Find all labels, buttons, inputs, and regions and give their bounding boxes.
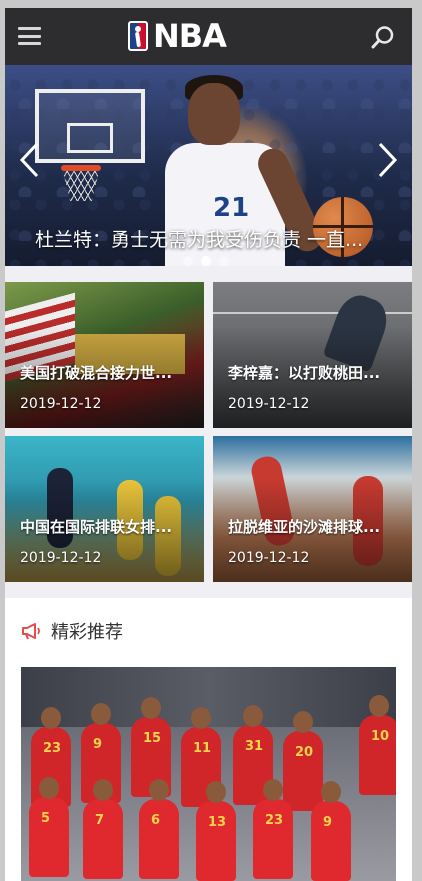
top-navigation-bar: NBA (5, 8, 412, 65)
player-head (243, 705, 263, 727)
news-title: 拉脱维亚的沙滩排球... (228, 518, 381, 536)
jersey-number: 20 (295, 745, 314, 760)
nba-logo[interactable]: NBA (128, 17, 227, 55)
player-jersey (283, 731, 323, 811)
news-date: 2019-12-12 (228, 396, 310, 412)
player-head (263, 779, 283, 801)
news-date: 2019-12-12 (228, 550, 310, 566)
app-screen: NBA 21 杜兰特：勇士无需为我受伤负责 一直... 美国打破混合接力世...… (5, 8, 412, 881)
chevron-left-icon[interactable] (17, 140, 41, 180)
logo-text: NBA (153, 17, 227, 55)
carousel-dot[interactable] (183, 256, 193, 266)
jersey-number: 5 (41, 811, 51, 826)
news-card[interactable]: 中国在国际排联女排... 2019-12-12 (5, 436, 204, 582)
carousel-indicators (183, 256, 229, 266)
news-card[interactable]: 李梓嘉：以打败桃田... 2019-12-12 (213, 282, 412, 428)
recommend-title: 精彩推荐 (51, 622, 123, 643)
player-head (39, 777, 59, 799)
player-jersey (83, 799, 123, 879)
news-title: 李梓嘉：以打败桃田... (228, 364, 381, 382)
player-head (293, 711, 313, 733)
player-jersey (29, 797, 69, 877)
recommend-header: 精彩推荐 (21, 618, 123, 644)
menu-icon[interactable] (18, 27, 41, 45)
nba-logo-icon (128, 21, 148, 51)
player-head (149, 779, 169, 801)
jersey-number: 11 (193, 741, 212, 756)
chevron-right-icon[interactable] (376, 140, 400, 180)
jersey-number: 10 (371, 729, 390, 744)
news-card[interactable]: 美国打破混合接力世... 2019-12-12 (5, 282, 204, 428)
player-head (91, 703, 111, 725)
recommend-image[interactable]: 23 9 15 11 31 20 10 5 7 6 13 23 9 (21, 667, 396, 881)
jersey-number: 7 (95, 813, 105, 828)
player-jersey (311, 801, 351, 881)
news-card[interactable]: 拉脱维亚的沙滩排球... 2019-12-12 (213, 436, 412, 582)
player-head (191, 707, 211, 729)
player-head (41, 707, 61, 729)
hero-caption[interactable]: 杜兰特：勇士无需为我受伤负责 一直... (35, 225, 385, 252)
carousel-dot[interactable] (219, 256, 229, 266)
player-head (321, 781, 341, 803)
jersey-number: 23 (265, 813, 284, 828)
player-jersey (196, 801, 236, 881)
carousel-dot-active[interactable] (201, 256, 211, 266)
player-head (141, 697, 161, 719)
player-head (93, 779, 113, 801)
player-jersey (253, 799, 293, 879)
player-jersey (359, 715, 396, 795)
player-jersey (139, 799, 179, 879)
jersey-number: 9 (93, 737, 103, 752)
jersey-number: 9 (323, 815, 333, 830)
jersey-number: 6 (151, 813, 161, 828)
hero-carousel[interactable]: 21 杜兰特：勇士无需为我受伤负责 一直... (5, 65, 412, 266)
news-date: 2019-12-12 (20, 396, 102, 412)
player-head (206, 781, 226, 803)
jersey-number: 23 (43, 741, 62, 756)
player-head (369, 695, 389, 717)
jersey-number: 15 (143, 731, 162, 746)
jersey-number: 13 (208, 815, 227, 830)
jersey-number: 21 (213, 193, 250, 223)
recommend-section: 精彩推荐 23 9 15 11 31 20 10 5 7 6 13 23 9 (5, 598, 412, 881)
megaphone-icon (22, 623, 40, 640)
jersey-number: 31 (245, 739, 264, 754)
news-title: 中国在国际排联女排... (20, 518, 173, 536)
search-icon[interactable] (371, 25, 395, 49)
backboard-graphic (35, 89, 145, 163)
news-title: 美国打破混合接力世... (20, 364, 173, 382)
news-date: 2019-12-12 (20, 550, 102, 566)
